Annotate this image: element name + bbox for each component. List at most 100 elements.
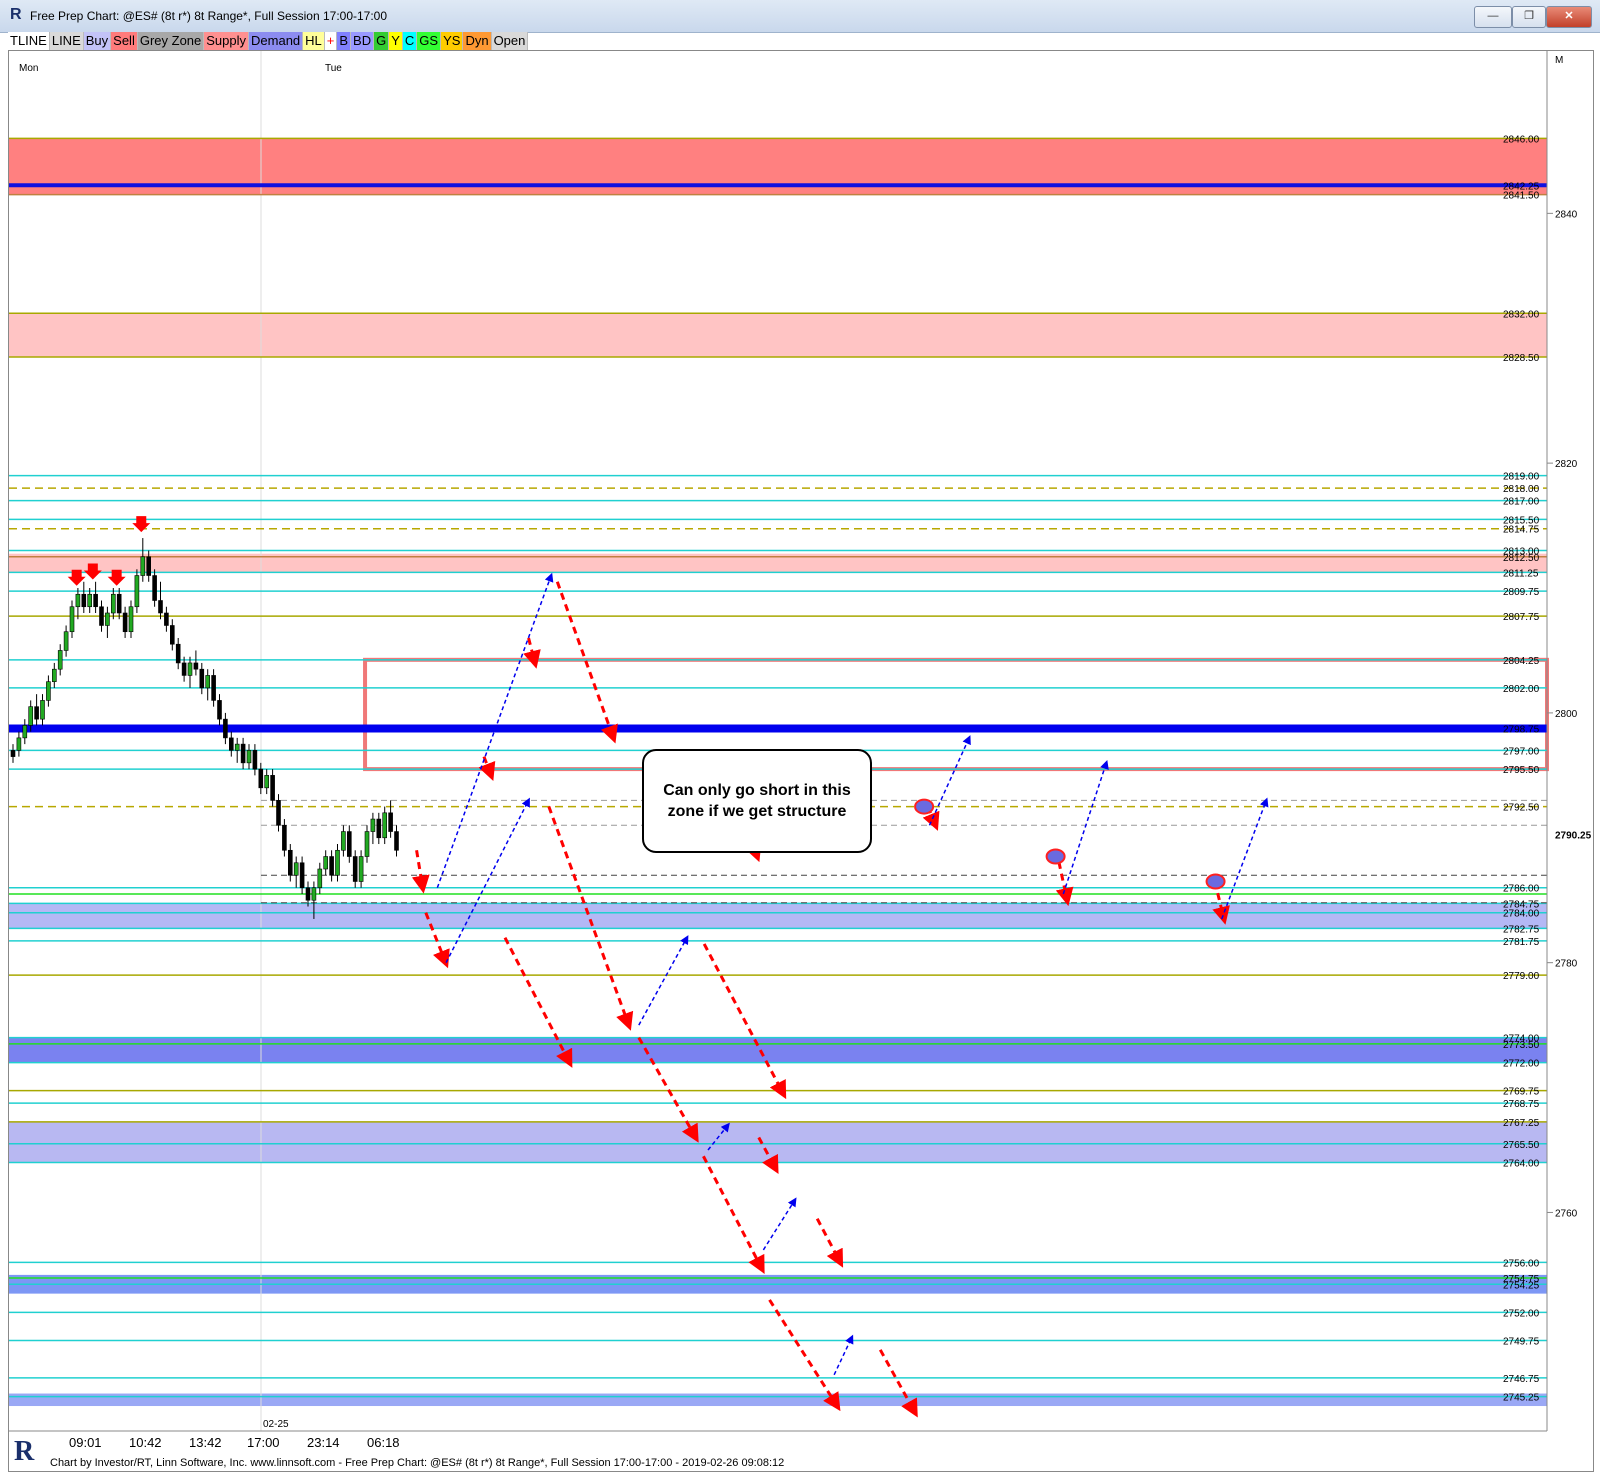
candle-body-35: [217, 700, 222, 720]
time-label-3: 17:00: [247, 1435, 280, 1450]
zone-band-7: [9, 1393, 1547, 1407]
toolbar-button-4[interactable]: Grey Zone: [137, 32, 205, 50]
toolbar-button-11[interactable]: G: [374, 32, 390, 50]
toolbar-button-0[interactable]: TLINE: [8, 32, 50, 50]
projection-arrow-down-2: [478, 756, 496, 781]
projection-arrow-up-7: [1062, 760, 1109, 895]
candle-body-63: [382, 812, 388, 839]
candle-body-21: [134, 575, 140, 608]
toolbar-button-12[interactable]: Y: [389, 32, 403, 50]
level-label-27: 2779.00: [1503, 971, 1540, 982]
toolbar-button-13[interactable]: C: [402, 32, 418, 50]
projection-arrow-down-7: [702, 943, 787, 1100]
toolbar-button-7[interactable]: HL: [303, 32, 325, 50]
zone-band-5: [9, 1121, 1547, 1163]
candle-body-12: [81, 593, 87, 608]
projection-arrow-up-8: [1221, 797, 1269, 920]
toolbar-button-14[interactable]: GS: [417, 32, 442, 50]
candle-body-19: [122, 612, 128, 633]
candle-body-23: [146, 556, 151, 576]
entry-circle-3: [1205, 873, 1226, 890]
linnsoft-logo-icon: R: [14, 1436, 35, 1467]
toolbar-button-16[interactable]: Dyn: [463, 32, 492, 50]
candle-body-48: [293, 862, 299, 876]
toolbar-button-1[interactable]: LINE: [49, 32, 84, 50]
level-label-20: 2792.50: [1503, 803, 1540, 814]
candle-body-56: [341, 831, 346, 851]
level-label-13: 2809.75: [1503, 587, 1540, 598]
time-label-1: 10:42: [129, 1435, 162, 1450]
level-label-3: 2832.00: [1503, 309, 1540, 320]
level-label-21: 2786.00: [1503, 884, 1540, 895]
callout-line-2: zone if we get structure: [667, 803, 847, 820]
level-label-42: 2745.25: [1503, 1393, 1540, 1404]
candle-body-33: [205, 675, 210, 689]
candle-body-36: [223, 718, 228, 739]
toolbar-button-3[interactable]: Sell: [111, 32, 138, 50]
candle-body-59: [358, 856, 364, 882]
candle-body-47: [287, 849, 293, 876]
level-label-25: 2782.75: [1503, 924, 1540, 935]
axis-tick-label-0: 2840: [1555, 209, 1578, 220]
zone-band-3: [9, 903, 1547, 929]
toolbar-button-10[interactable]: BD: [351, 32, 375, 50]
projection-arrow-up-5: [833, 1334, 854, 1376]
toolbar-button-9[interactable]: B: [337, 32, 352, 50]
level-label-11: 2812.50: [1503, 553, 1540, 564]
close-button[interactable]: ✕: [1546, 6, 1592, 28]
level-label-18: 2797.00: [1503, 746, 1540, 757]
projection-arrow-down-10: [702, 1155, 765, 1274]
level-label-36: 2756.00: [1503, 1258, 1540, 1269]
level-label-29: 2773.50: [1503, 1040, 1540, 1051]
chart-callout-box: Can only go short in this zone if we get…: [642, 749, 872, 853]
candle-body-50: [305, 887, 311, 901]
chart-footer: Chart by Investor/RT, Linn Software, Inc…: [50, 1457, 785, 1469]
toolbar-button-8[interactable]: +: [324, 32, 338, 50]
candle-body-15: [99, 606, 104, 626]
toolbar-button-2[interactable]: Buy: [83, 32, 112, 50]
zone-band-1: [9, 313, 1547, 357]
level-label-41: 2746.75: [1503, 1374, 1540, 1385]
window-title: Free Prep Chart: @ES# (8t r*) 8t Range*,…: [30, 9, 388, 23]
candle-body-44: [270, 775, 275, 801]
candle-body-24: [152, 575, 157, 601]
maximize-button[interactable]: ❐: [1512, 6, 1546, 28]
level-label-16: 2802.00: [1503, 684, 1540, 695]
candle-body-57: [346, 831, 352, 857]
candle-body-31: [193, 662, 199, 670]
candle-body-20: [128, 606, 134, 633]
projection-arrow-down-11: [815, 1217, 844, 1268]
candle-body-8: [57, 650, 63, 670]
minimize-button[interactable]: —: [1474, 6, 1512, 28]
level-label-4: 2828.50: [1503, 353, 1540, 364]
axis-tick-label-4: 2760: [1555, 1208, 1578, 1219]
toolbar-button-15[interactable]: YS: [441, 32, 464, 50]
projection-arrow-up-2: [638, 935, 689, 1026]
candle-body-65: [394, 831, 399, 851]
candle-body-27: [170, 625, 175, 645]
candle-body-38: [234, 743, 240, 751]
candle-body-54: [329, 856, 334, 876]
candle-body-7: [51, 668, 57, 682]
level-label-19: 2795.50: [1503, 765, 1540, 776]
toolbar-button-5[interactable]: Supply: [204, 32, 250, 50]
candle-body-39: [240, 743, 246, 764]
zone-band-4: [9, 1037, 1547, 1063]
candle-body-25: [158, 600, 163, 614]
drawing-toolbar: TLINE LINE Buy Sell Grey Zone Supply Demand HL +…: [8, 32, 529, 50]
candle-body-6: [46, 681, 51, 701]
candle-body-60: [364, 831, 370, 857]
sell-signal-arrow-3: [132, 516, 151, 533]
candle-body-0: [10, 750, 16, 757]
time-label-4: 23:14: [307, 1435, 340, 1450]
candle-body-22: [140, 556, 146, 576]
candle-body-34: [211, 675, 216, 701]
toolbar-button-17[interactable]: Open: [491, 32, 529, 50]
candle-body-61: [370, 818, 376, 832]
candle-body-5: [40, 700, 45, 720]
candle-body-17: [111, 593, 116, 614]
toolbar-button-6[interactable]: Demand: [249, 32, 304, 50]
axis-tick-label-1: 2820: [1555, 459, 1578, 470]
candle-body-10: [69, 606, 75, 633]
level-label-24: 2784.00: [1503, 909, 1540, 920]
